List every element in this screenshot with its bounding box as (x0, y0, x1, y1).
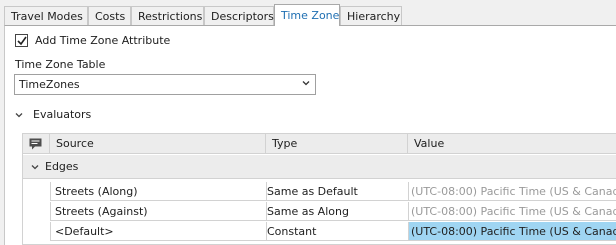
row-1-source[interactable]: Streets (Along) (50, 182, 266, 201)
group-collapse-chevron-icon[interactable] (31, 163, 39, 171)
tab-costs[interactable]: Costs (88, 6, 131, 25)
checkmark-icon (17, 36, 27, 46)
tab-travel-modes[interactable]: Travel Modes (4, 6, 88, 25)
tab-hierarchy[interactable]: Hierarchy (340, 6, 402, 25)
tab-strip: Travel Modes Costs Restrictions Descript… (0, 0, 616, 26)
row-1-type[interactable]: Same as Default (266, 182, 408, 201)
evaluators-label: Evaluators (33, 108, 92, 121)
column-header-type[interactable]: Type (266, 134, 408, 154)
time-zone-table-label: Time Zone Table (15, 58, 106, 71)
row-2-source[interactable]: Streets (Against) (50, 202, 266, 221)
column-header-value[interactable]: Value (408, 134, 616, 154)
row-1-value[interactable]: (UTC-08:00) Pacific Time (US & Canada) (408, 182, 616, 201)
time-zone-table-value: TimeZones (19, 78, 80, 91)
add-time-zone-checkbox[interactable] (15, 34, 28, 47)
column-header-source[interactable]: Source (50, 134, 266, 154)
group-label: Edges (45, 160, 79, 173)
comment-icon (29, 138, 42, 150)
row-3-source[interactable]: <Default> (50, 222, 266, 241)
time-zone-table-select[interactable]: TimeZones (14, 74, 316, 95)
row-2-type[interactable]: Same as Along (266, 202, 408, 221)
row-3-type[interactable]: Constant (266, 222, 408, 241)
tab-descriptors[interactable]: Descriptors (204, 6, 274, 25)
evaluators-collapse-chevron-icon[interactable] (15, 111, 23, 119)
chevron-down-icon (302, 81, 310, 86)
grid-header-icon-cell (23, 134, 50, 154)
tab-restrictions[interactable]: Restrictions (131, 6, 204, 25)
row-3-value[interactable]: (UTC-08:00) Pacific Time (US & Canada) (408, 222, 616, 241)
group-row-edges[interactable]: Edges (23, 155, 616, 179)
add-time-zone-label[interactable]: Add Time Zone Attribute (35, 34, 170, 47)
row-2-value[interactable]: (UTC-08:00) Pacific Time (US & Canada) (408, 202, 616, 221)
evaluators-grid: Source Type Value Edges Streets (Along) … (22, 133, 616, 245)
tab-time-zone[interactable]: Time Zone (274, 4, 340, 26)
